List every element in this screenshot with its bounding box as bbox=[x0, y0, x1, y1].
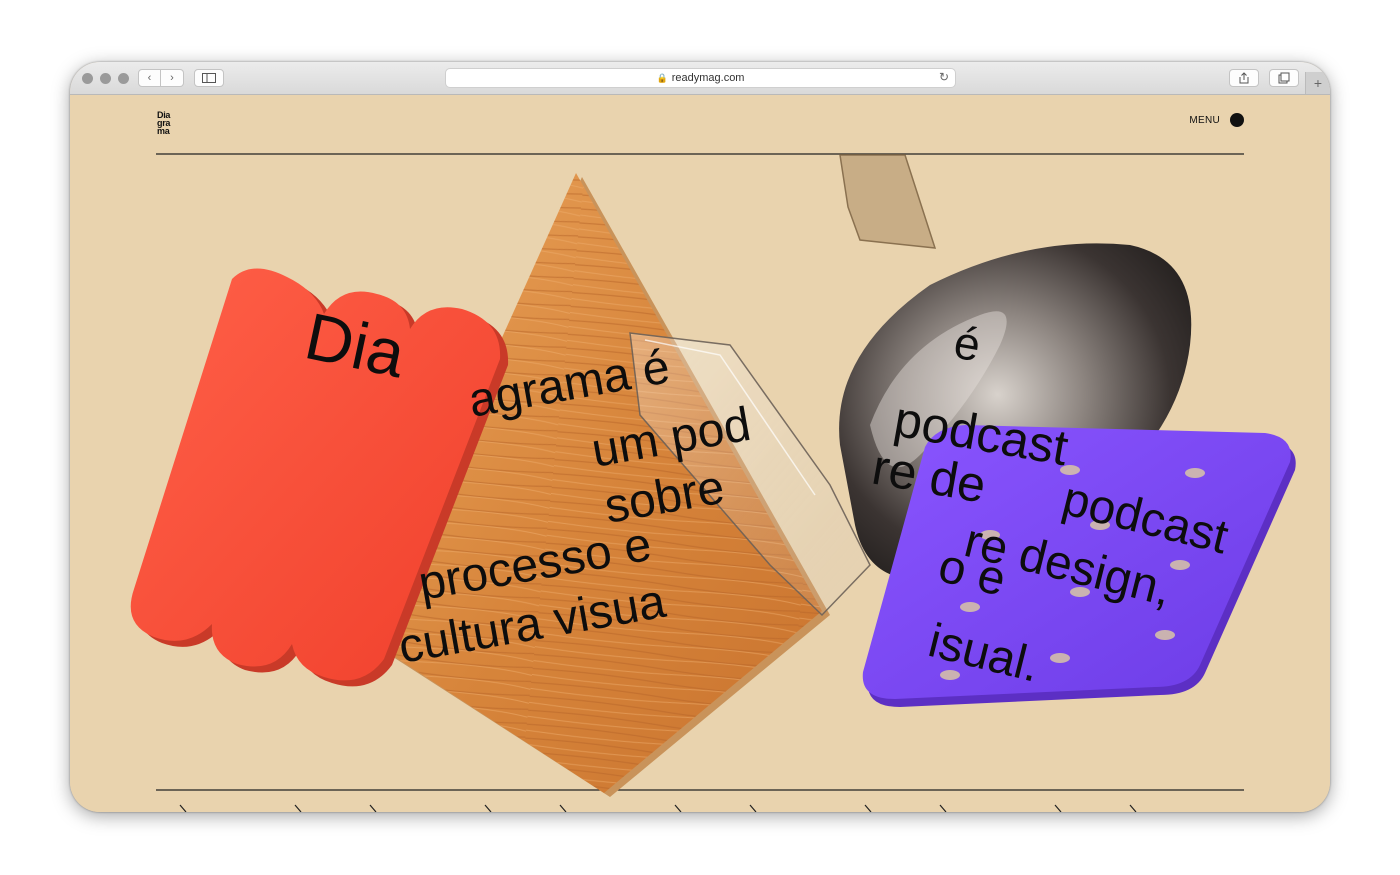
minimize-window-dot[interactable] bbox=[100, 73, 111, 84]
forward-button[interactable]: › bbox=[161, 69, 184, 87]
chevron-left-icon: ‹ bbox=[147, 72, 152, 84]
sidebar-toggle-button[interactable] bbox=[194, 69, 224, 87]
chevron-right-icon: › bbox=[170, 72, 174, 84]
browser-toolbar: ‹ › 🔒 readymag.com ↻ + bbox=[70, 62, 1330, 95]
menu-label: MENU bbox=[1189, 114, 1220, 126]
browser-window: ‹ › 🔒 readymag.com ↻ + Dia agrama é um p… bbox=[70, 62, 1330, 812]
lock-icon: 🔒 bbox=[656, 72, 668, 83]
menu-button[interactable]: MENU bbox=[1189, 113, 1244, 127]
sidebar-icon bbox=[202, 73, 216, 83]
navigation-buttons: ‹ › bbox=[138, 69, 184, 87]
address-bar[interactable]: 🔒 readymag.com ↻ bbox=[445, 68, 956, 88]
share-button[interactable] bbox=[1229, 69, 1259, 87]
back-button[interactable]: ‹ bbox=[138, 69, 161, 87]
tabs-overview-button[interactable] bbox=[1269, 69, 1299, 87]
logo-line-3: ma bbox=[157, 126, 170, 136]
tabs-icon bbox=[1278, 72, 1290, 84]
close-window-dot[interactable] bbox=[82, 73, 93, 84]
reload-icon[interactable]: ↻ bbox=[939, 70, 949, 84]
address-text: readymag.com bbox=[671, 72, 745, 84]
share-icon bbox=[1239, 72, 1249, 84]
bottom-marquee-marks bbox=[179, 804, 1137, 812]
zoom-window-dot[interactable] bbox=[118, 73, 129, 84]
site-logo[interactable]: Dia gra ma bbox=[157, 111, 170, 136]
hero-scene: Dia agrama é um pod sobre processo e cul… bbox=[130, 153, 1296, 812]
hanging-board-shape bbox=[839, 154, 937, 249]
menu-dot-icon bbox=[1230, 113, 1244, 127]
plus-icon: + bbox=[1313, 75, 1323, 91]
new-tab-button[interactable]: + bbox=[1305, 72, 1330, 94]
page-content: Dia agrama é um pod sobre processo e cul… bbox=[70, 95, 1330, 812]
